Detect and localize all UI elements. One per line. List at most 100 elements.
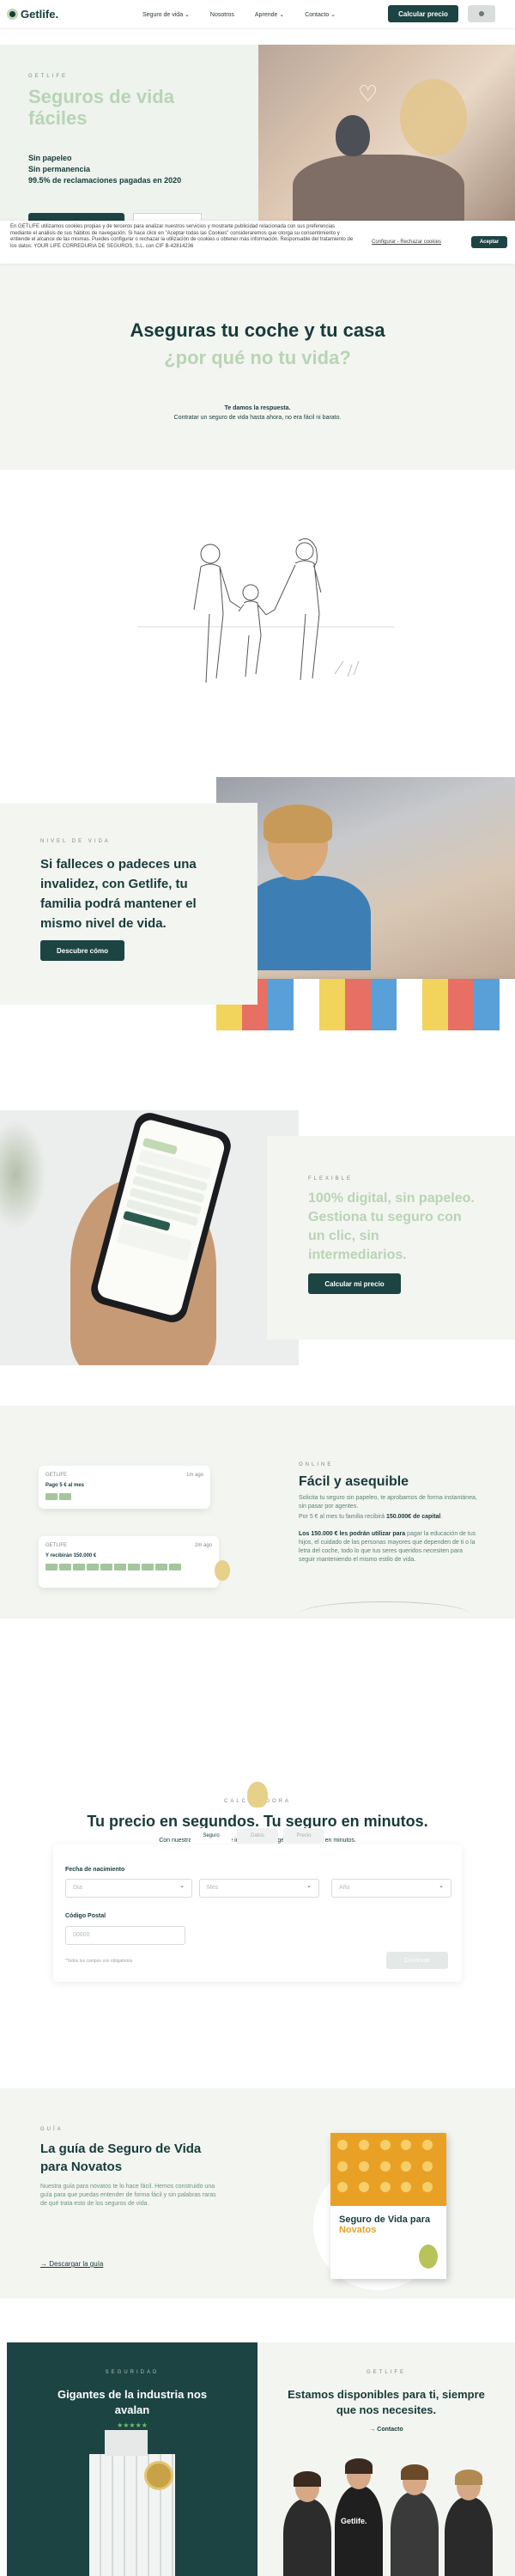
security-section: SEGURIDAD Gigantes de la industria nos a… (7, 2342, 258, 2576)
award-badge-icon (144, 2461, 173, 2490)
book-title: Seguro de Vida para Novatos (339, 2215, 431, 2235)
team-member (445, 2470, 493, 2576)
year-select[interactable]: Año (331, 1879, 451, 1898)
nav-item-aprende[interactable]: Aprende ⌄ (255, 11, 284, 18)
cookie-config-link[interactable]: Configurar - Rechazar cookies (372, 240, 441, 245)
hero-point: 99.5% de reclamaciones pagadas en 2020 (28, 176, 182, 185)
online-section: GETLIFE 1m ago Pago 5 € al mes GETLIFE 2… (0, 1406, 515, 1619)
team-member (391, 2464, 439, 2576)
section-title: La guía de Seguro de Vida para Novatos (40, 2142, 202, 2174)
notification-value: Pago 5 € al mes (45, 1483, 85, 1488)
photo-child-shirt (242, 876, 371, 970)
hero-eyebrow: GETLIFE (28, 74, 69, 79)
section-title: Fácil y asequible (299, 1474, 409, 1489)
logo-icon (7, 9, 18, 20)
user-icon (479, 11, 484, 16)
calculate-price-button[interactable]: Calcular precio (388, 5, 458, 22)
photo-book (216, 979, 515, 1030)
hero-image: ♡ (258, 45, 515, 221)
answer-text: Contratar un seguro de vida hasta ahora,… (173, 415, 342, 421)
logo[interactable]: Getlife. (7, 8, 58, 21)
money-icons (45, 1564, 183, 1572)
section-eyebrow: SEGURIDAD (105, 2370, 160, 2375)
life-level-card: NIVEL DE VIDA Si falleces o padeces una … (0, 803, 258, 1005)
dob-label: Fecha de nacimiento (65, 1867, 125, 1873)
section-text: Los 150.000 € les podrán utilizar para p… (299, 1531, 476, 1563)
required-note: *Todos los campos son obligatorios (65, 1959, 133, 1964)
cookie-banner: En GETLIFE utilizamos cookies propias y … (0, 221, 515, 264)
postal-code-input[interactable]: 00000 (65, 1926, 185, 1945)
tab-precio[interactable]: Precio (283, 1828, 324, 1844)
section-eyebrow: GETLIFE (366, 2370, 406, 2375)
tab-datos[interactable]: Datos (237, 1828, 278, 1844)
contact-link[interactable]: → Contacto (258, 2427, 515, 2433)
money-icons (45, 1493, 73, 1502)
section-text: Nuestra guía para novatos te lo hace fác… (40, 2184, 216, 2207)
hero-image-body (293, 155, 464, 221)
continue-button[interactable]: Continuar (386, 1952, 448, 1969)
main-nav: Seguro de vida ⌄ Nosotros Aprende ⌄ Cont… (142, 0, 356, 29)
logo-text: Getlife. (21, 8, 59, 21)
family-line-illustration (137, 538, 395, 683)
calculator-tabs: Seguro Datos Precio (191, 1828, 324, 1844)
calculator-form: Fecha de nacimiento Día Mes Año Código P… (53, 1844, 462, 1982)
hero-point: Sin permanencia (28, 165, 91, 173)
user-account-button[interactable] (468, 5, 495, 22)
cookie-text: En GETLIFE utilizamos cookies propias y … (10, 224, 354, 249)
mascot-icon (215, 1560, 230, 1581)
nav-item-contacto[interactable]: Contacto ⌄ (305, 11, 336, 18)
hero-title: Seguros de vida fáciles (28, 86, 174, 129)
section-title: Gigantes de la industria nos avalan (57, 2388, 208, 2416)
card-eyebrow: FLEXIBLE (308, 1176, 354, 1182)
card-eyebrow: NIVEL DE VIDA (40, 839, 111, 844)
notification-label: GETLIFE (45, 1543, 68, 1548)
flexible-card: FLEXIBLE 100% digital, sin papeleo. Gest… (267, 1136, 515, 1340)
nav-item-nosotros[interactable]: Nosotros (210, 12, 234, 18)
month-select[interactable]: Mes (199, 1879, 319, 1898)
discover-how-button[interactable]: Descubre cómo (40, 940, 124, 961)
guide-section: GUÍA La guía de Seguro de Vida para Nova… (0, 2088, 515, 2299)
section-text: Solicita tu seguro sin papeleo, te aprob… (299, 1495, 477, 1510)
section-subtitle: ¿por qué no tu vida? (164, 347, 351, 368)
hero-image-mother (400, 79, 467, 156)
download-guide-label: Descargar la guía (49, 2260, 104, 2268)
contact-section: GETLIFE Estamos disponibles para ti, sie… (258, 2342, 515, 2576)
phone-in-hand-photo (0, 1110, 299, 1365)
photo-plant (0, 1110, 52, 1239)
cookie-accept-button[interactable]: Aceptar (471, 236, 507, 248)
guide-book-cover: Seguro de Vida para Novatos (330, 2133, 446, 2279)
postal-code-label: Código Postal (65, 1913, 106, 1919)
team-photo: Getlife. (283, 2458, 498, 2576)
shirt-logo: Getlife. (341, 2517, 367, 2525)
notification-time: 1m ago (185, 1473, 203, 1478)
section-eyebrow: ONLINE (299, 1462, 334, 1467)
hero-image-child (336, 115, 370, 156)
heart-icon: ♡ (358, 81, 379, 106)
book-cover-pattern (330, 2133, 446, 2206)
photo-child-hair (264, 805, 332, 843)
download-guide-link[interactable]: → Descargar la guía (40, 2260, 103, 2268)
section-title: Aseguras tu coche y tu casa (130, 319, 385, 341)
notification-value: Y recibirán 150.000 € (45, 1553, 97, 1558)
team-member (283, 2471, 331, 2576)
card-title: Si falleces o padeces una invalidez, con… (40, 857, 197, 931)
card-title: 100% digital, sin papeleo. Gestiona tu s… (308, 1191, 475, 1262)
child-reading-photo (216, 777, 515, 1030)
section-text: Por 5 € al mes tu familia recibirá 150.0… (299, 1514, 443, 1520)
section-eyebrow: GUÍA (40, 2127, 64, 2132)
rating-stars: ★★★★★ (117, 2421, 148, 2429)
arrow-right-icon: → (40, 2260, 50, 2268)
nav-item-seguro-de-vida[interactable]: Seguro de vida ⌄ (142, 11, 190, 18)
notification-card: GETLIFE 2m ago Y recibirán 150.000 € (39, 1536, 219, 1588)
section-title: Estamos disponibles para ti, siempre que… (288, 2388, 485, 2416)
tab-seguro[interactable]: Seguro (191, 1828, 232, 1844)
notification-label: GETLIFE (45, 1473, 68, 1478)
notification-card: GETLIFE 1m ago Pago 5 € al mes (39, 1466, 210, 1509)
mascot-icon (247, 1782, 268, 1807)
calculate-my-price-button[interactable]: Calcular mi precio (308, 1273, 401, 1294)
hero-points: Sin papeleo Sin permanencia 99.5% de rec… (28, 153, 181, 186)
day-select[interactable]: Día (65, 1879, 192, 1898)
answer-heading: Te damos la respuesta. (224, 405, 291, 411)
header: Getlife. Seguro de vida ⌄ Nosotros Apren… (0, 0, 515, 29)
why-life-insurance-section: Aseguras tu coche y tu casa ¿por qué no … (0, 264, 515, 470)
